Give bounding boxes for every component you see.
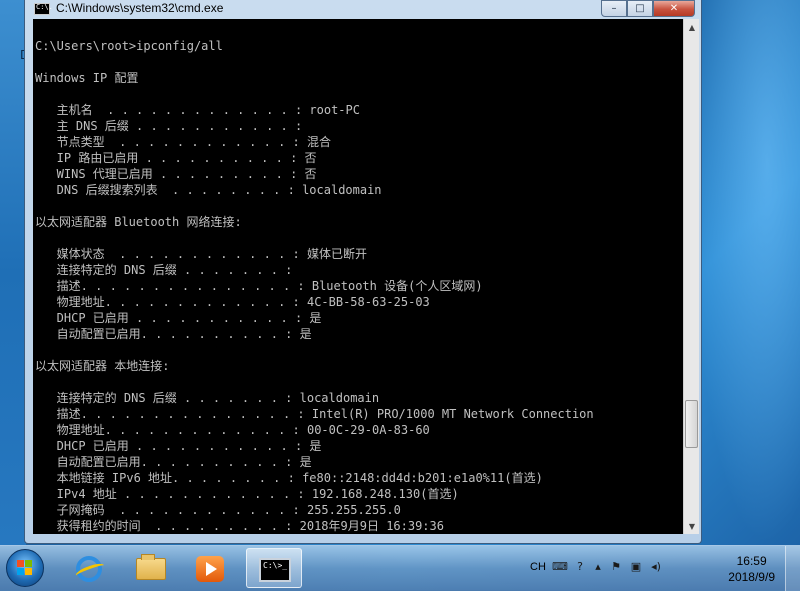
console-line: C:\Users\root>ipconfig/all: [35, 39, 223, 53]
console-line: 获得租约的时间 . . . . . . . . . : 2018年9月9日 16…: [35, 519, 444, 533]
internet-explorer-icon: [74, 556, 106, 582]
media-player-icon: [196, 556, 224, 582]
console-line: 连接特定的 DNS 后缀 . . . . . . . : localdomain: [35, 391, 380, 405]
console-line: Windows IP 配置: [35, 71, 139, 85]
taskbar-internet-explorer[interactable]: [60, 548, 116, 588]
console-line: IPv4 地址 . . . . . . . . . . . . : 192.16…: [35, 487, 459, 501]
console-line: 本地链接 IPv6 地址. . . . . . . . : fe80::2148…: [35, 471, 543, 485]
show-desktop-button[interactable]: [785, 546, 800, 591]
desktop-glow: [690, 0, 800, 545]
scroll-down-arrow-icon[interactable]: ▼: [684, 518, 700, 534]
vertical-scrollbar[interactable]: ▲ ▼: [683, 19, 699, 534]
console-line: 媒体状态 . . . . . . . . . . . . : 媒体已断开: [35, 247, 367, 261]
taskbar: C:\>_ CH ⌨ ? ▴ ⚑ ▣ ◂) 16:59 2018/9/9: [0, 545, 800, 591]
console-line: 连接特定的 DNS 后缀 . . . . . . . :: [35, 263, 293, 277]
start-button[interactable]: [6, 549, 44, 587]
console-line: 以太网适配器 Bluetooth 网络连接:: [35, 215, 242, 229]
language-indicator[interactable]: CH: [530, 561, 546, 573]
command-prompt-icon: C:\>_: [259, 558, 291, 582]
minimize-button[interactable]: –: [601, 0, 627, 17]
console-line: DHCP 已启用 . . . . . . . . . . . : 是: [35, 311, 322, 325]
scrollbar-thumb[interactable]: [685, 400, 698, 448]
clock-time: 16:59: [736, 554, 767, 568]
maximize-button[interactable]: □: [627, 0, 653, 17]
scroll-up-arrow-icon[interactable]: ▲: [684, 19, 700, 35]
console-line: 物理地址. . . . . . . . . . . . . : 00-0C-29…: [35, 423, 430, 437]
console-line: 主机名 . . . . . . . . . . . . . : root-PC: [35, 103, 360, 117]
network-icon[interactable]: ▣: [628, 560, 644, 574]
console-line: 描述. . . . . . . . . . . . . . . : Blueto…: [35, 279, 483, 293]
console-line: 节点类型 . . . . . . . . . . . . : 混合: [35, 135, 331, 149]
console-line: 自动配置已启用. . . . . . . . . . : 是: [35, 455, 312, 469]
show-hidden-icon[interactable]: ▴: [590, 560, 606, 574]
clock[interactable]: 16:59 2018/9/9: [728, 553, 775, 585]
taskbar-media-player[interactable]: [182, 548, 238, 588]
flag-icon[interactable]: ⚑: [608, 560, 624, 574]
console-line: 描述. . . . . . . . . . . . . . . : Intel(…: [35, 407, 594, 421]
caption-buttons: – □ ✕: [601, 0, 695, 18]
console-line: 以太网适配器 本地连接:: [35, 359, 170, 373]
window-title: C:\Windows\system32\cmd.exe: [56, 1, 224, 15]
console-line: 自动配置已启用. . . . . . . . . . : 是: [35, 327, 312, 341]
console-line: 子网掩码 . . . . . . . . . . . . : 255.255.2…: [35, 503, 401, 517]
console-line: IP 路由已启用 . . . . . . . . . . : 否: [35, 151, 317, 165]
console-line: DNS 后缀搜索列表 . . . . . . . . : localdomain: [35, 183, 382, 197]
desktop-edge: [0, 0, 26, 545]
folder-icon: [136, 554, 166, 580]
close-button[interactable]: ✕: [653, 0, 695, 17]
system-tray: CH ⌨ ? ▴ ⚑ ▣ ◂) 16:59 2018/9/9: [520, 546, 800, 591]
clock-date: 2018/9/9: [728, 570, 775, 584]
volume-icon[interactable]: ◂): [648, 560, 664, 574]
console-output[interactable]: C:\Users\root>ipconfig/all Windows IP 配置…: [33, 19, 683, 534]
cmd-app-icon[interactable]: C:\.: [34, 3, 53, 15]
help-icon[interactable]: ?: [572, 560, 588, 574]
taskbar-file-explorer[interactable]: [122, 548, 178, 588]
taskbar-cmd[interactable]: C:\>_: [246, 548, 302, 588]
title-bar[interactable]: C:\. C:\Windows\system32\cmd.exe – □ ✕: [25, 0, 701, 19]
console-line: WINS 代理已启用 . . . . . . . . . : 否: [35, 167, 317, 181]
console-line: 主 DNS 后缀 . . . . . . . . . . . :: [35, 119, 303, 133]
keyboard-icon[interactable]: ⌨: [552, 560, 568, 574]
console-line: DHCP 已启用 . . . . . . . . . . . : 是: [35, 439, 322, 453]
cmd-window[interactable]: C:\. C:\Windows\system32\cmd.exe – □ ✕ C…: [24, 0, 702, 544]
windows-logo-icon: [17, 560, 33, 576]
console-line: 物理地址. . . . . . . . . . . . . : 4C-BB-58…: [35, 295, 430, 309]
